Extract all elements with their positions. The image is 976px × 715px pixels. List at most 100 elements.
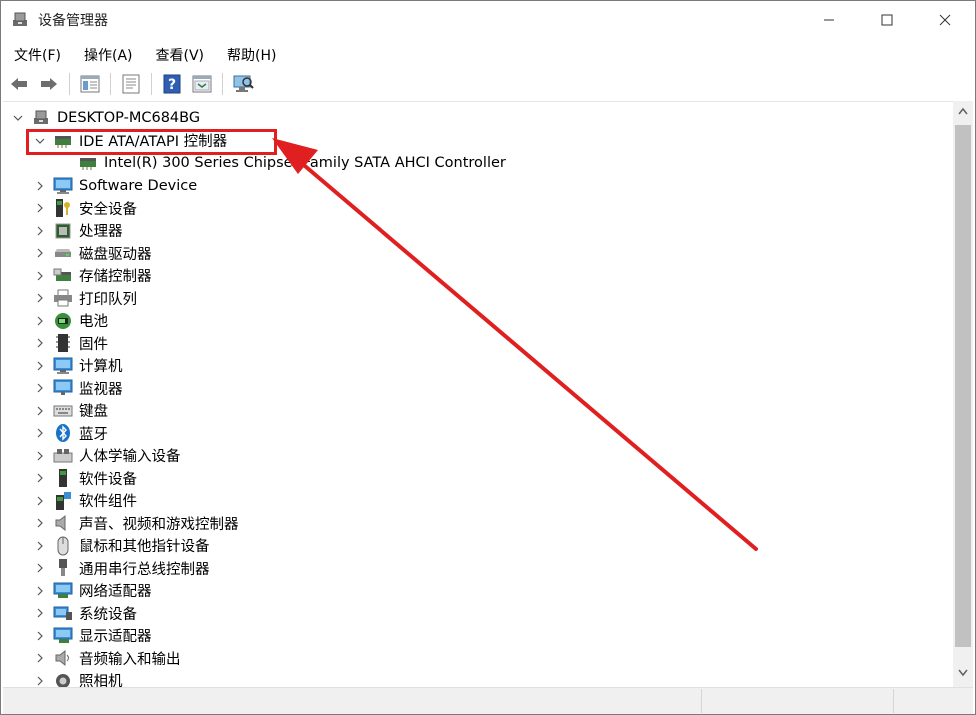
tree-item-category[interactable]: 音频输入和输出 — [33, 647, 181, 669]
tree-item-label: 安全设备 — [79, 201, 137, 218]
ide-controller-icon — [78, 153, 98, 173]
window-title: 设备管理器 — [38, 13, 108, 29]
chevron-right-icon[interactable] — [33, 629, 47, 643]
tree-item-label: 显示适配器 — [79, 629, 152, 645]
toolbar-separator — [222, 73, 223, 95]
chevron-right-icon[interactable] — [33, 336, 47, 350]
properties-button[interactable] — [78, 72, 102, 96]
tree-item-category[interactable]: 磁盘驱动器 — [33, 242, 152, 264]
toolbar-separator — [151, 73, 152, 95]
chevron-right-icon[interactable] — [33, 404, 47, 418]
vertical-scroll-thumb[interactable] — [955, 125, 971, 647]
tree-item-label: 通用串行总线控制器 — [79, 561, 210, 578]
monitor-icon — [53, 378, 73, 398]
chevron-right-icon[interactable] — [33, 381, 47, 395]
menu-bar: 文件(F) 操作(A) 查看(V) 帮助(H) — [1, 41, 975, 67]
chevron-right-icon[interactable] — [33, 426, 47, 440]
status-bar — [3, 687, 973, 714]
tree-item-label: 电池 — [79, 314, 108, 330]
storage-controller-icon — [53, 266, 73, 286]
tree-item-category[interactable]: 键盘 — [33, 400, 108, 422]
chevron-right-icon[interactable] — [33, 651, 47, 665]
scan-hardware-button[interactable] — [231, 72, 255, 96]
tree-item-category[interactable]: 鼠标和其他指针设备 — [33, 535, 210, 557]
tree-item-category[interactable]: 蓝牙 — [33, 422, 108, 444]
chevron-right-icon[interactable] — [33, 359, 47, 373]
forward-button[interactable] — [37, 72, 61, 96]
chevron-right-icon[interactable] — [33, 471, 47, 485]
tree-item-category[interactable]: 声音、视频和游戏控制器 — [33, 512, 239, 534]
tree-item-category[interactable]: 处理器 — [33, 220, 123, 242]
help-button[interactable]: ? — [160, 72, 184, 96]
chevron-down-icon[interactable] — [11, 111, 25, 125]
minimize-button[interactable] — [801, 1, 857, 39]
scroll-down-icon[interactable] — [958, 669, 968, 677]
title-bar: 设备管理器 — [1, 1, 975, 39]
chevron-right-icon[interactable] — [33, 201, 47, 215]
chevron-right-icon[interactable] — [33, 269, 47, 283]
status-bar-divider — [701, 689, 702, 713]
toolbar-separator — [110, 73, 111, 95]
tree-item-category[interactable]: 通用串行总线控制器 — [33, 557, 210, 579]
tree-item-category[interactable]: 固件 — [33, 332, 108, 354]
hid-icon — [53, 446, 73, 466]
tree-item-label: 软件设备 — [79, 471, 137, 488]
back-button[interactable] — [7, 72, 31, 96]
tree-item-category[interactable]: 存储控制器 — [33, 265, 152, 287]
show-hide-button[interactable] — [190, 72, 214, 96]
tree-item-category[interactable]: 网络适配器 — [33, 580, 152, 602]
tree-item-category[interactable]: 监视器 — [33, 377, 123, 399]
menu-file[interactable]: 文件(F) — [1, 41, 71, 67]
tree-item-label: 监视器 — [79, 381, 123, 398]
chevron-right-icon[interactable] — [33, 606, 47, 620]
tree-root[interactable]: DESKTOP-MC684BG — [11, 107, 200, 129]
maximize-icon — [881, 14, 893, 26]
tree-item-category[interactable]: 照相机 — [33, 670, 123, 688]
chevron-right-icon[interactable] — [33, 224, 47, 238]
tree-item-category[interactable]: 系统设备 — [33, 602, 137, 624]
scan-hardware-icon — [233, 75, 254, 92]
chevron-right-icon[interactable] — [33, 246, 47, 260]
vertical-scrollbar[interactable] — [953, 101, 973, 687]
chevron-right-icon[interactable] — [33, 494, 47, 508]
tree-item-label: Software Device — [79, 177, 198, 194]
tree-item-category[interactable]: 安全设备 — [33, 197, 137, 219]
tree-item-category[interactable]: Software Device — [33, 175, 197, 197]
tree-item-category[interactable]: 计算机 — [33, 355, 123, 377]
chevron-right-icon[interactable] — [33, 539, 47, 553]
menu-action[interactable]: 操作(A) — [71, 41, 143, 67]
tree-item-label: 打印队列 — [79, 291, 137, 308]
chevron-right-icon[interactable] — [33, 561, 47, 575]
device-tree: DESKTOP-MC684BG IDE ATA/ATAPI 控制器 Intel(R)… — [3, 101, 953, 687]
menu-view[interactable]: 查看(V) — [143, 41, 215, 67]
chevron-right-icon[interactable] — [33, 584, 47, 598]
menu-help[interactable]: 帮助(H) — [214, 41, 286, 67]
scroll-up-icon[interactable] — [958, 107, 968, 115]
chevron-right-icon[interactable] — [33, 291, 47, 305]
tree-item-label: 磁盘驱动器 — [79, 246, 152, 263]
chevron-right-icon[interactable] — [33, 449, 47, 463]
chevron-right-icon[interactable] — [33, 179, 47, 193]
tree-item-sata-ahci-controller[interactable]: Intel(R) 300 Series Chipset Family SATA … — [78, 152, 506, 174]
chevron-right-icon[interactable] — [33, 314, 47, 328]
software-component-icon — [53, 491, 73, 511]
tree-item-label: 存储控制器 — [79, 269, 152, 285]
tree-item-label: 照相机 — [79, 674, 123, 687]
close-button[interactable] — [917, 1, 973, 39]
minimize-icon — [824, 19, 834, 21]
tree-item-category[interactable]: 软件组件 — [33, 490, 137, 512]
tree-item-category[interactable]: 显示适配器 — [33, 625, 152, 647]
tree-item-label: 网络适配器 — [79, 584, 152, 600]
tree-item-category[interactable]: 人体学输入设备 — [33, 445, 181, 467]
device-manager-icon — [11, 11, 29, 29]
processor-icon — [53, 221, 73, 241]
computer-root-icon — [31, 108, 51, 128]
chevron-right-icon[interactable] — [33, 674, 47, 688]
tree-item-category[interactable]: 电池 — [33, 310, 108, 332]
tree-item-category[interactable]: 打印队列 — [33, 287, 137, 309]
chevron-right-icon[interactable] — [33, 516, 47, 530]
maximize-button[interactable] — [859, 1, 915, 39]
update-driver-button[interactable] — [119, 72, 143, 96]
disk-drive-icon — [53, 243, 73, 263]
tree-item-category[interactable]: 软件设备 — [33, 467, 137, 489]
